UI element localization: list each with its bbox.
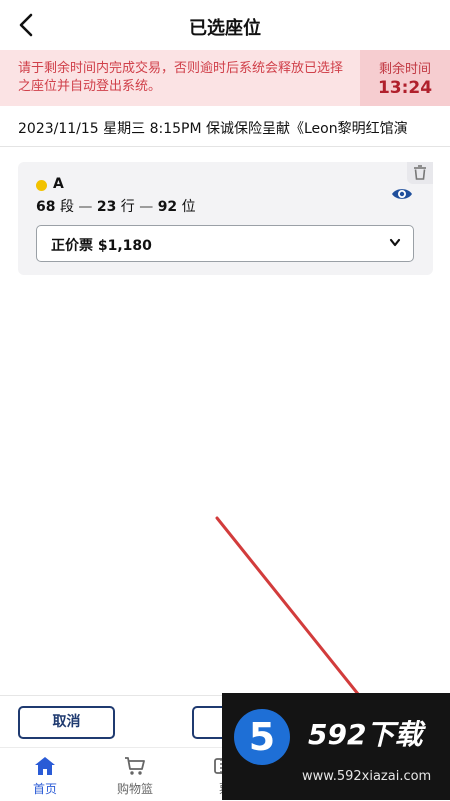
page-title: 已选座位 xyxy=(189,18,261,39)
time-notice-banner: 请于剩余时间内完成交易，否则逾时后系统会释放已选择之座位并自动登出系统。 剩余时… xyxy=(0,50,450,106)
separator: — xyxy=(78,199,93,215)
watermark-overlay: 5 592下载 www.592xiazai.com xyxy=(222,693,450,800)
chevron-down-icon xyxy=(389,238,401,247)
tab-cart-label: 购物篮 xyxy=(116,782,153,796)
trash-icon xyxy=(414,165,426,180)
separator: — xyxy=(139,199,154,215)
countdown-timer: 剩余时间 13:24 xyxy=(360,50,450,106)
tab-cart[interactable]: 购物篮 xyxy=(100,756,170,797)
delete-seat-button[interactable] xyxy=(407,162,433,184)
seat-card: A 68 段 — 23 行 — 92 位 正价票 $1,180 xyxy=(18,162,433,275)
timer-label: 剩余时间 xyxy=(378,62,431,77)
ticket-type-value: 正价票 $1,180 xyxy=(51,238,152,254)
cart-icon xyxy=(125,757,145,775)
row-number: 23 xyxy=(96,199,117,215)
section-color-dot xyxy=(36,180,47,191)
tab-home-label: 首页 xyxy=(32,782,57,796)
cancel-button[interactable]: 取消 xyxy=(18,706,115,739)
seat-number: 92 xyxy=(157,199,178,215)
divider xyxy=(0,146,450,147)
seat-unit: 位 xyxy=(181,199,196,215)
row-unit: 行 xyxy=(120,199,135,215)
ticket-type-select[interactable]: 正价票 $1,180 xyxy=(36,225,414,262)
eye-icon[interactable] xyxy=(391,186,413,202)
home-icon xyxy=(35,757,55,775)
seat-section: A xyxy=(53,176,64,192)
watermark-logo: 5 xyxy=(234,709,290,765)
watermark-brand: 592下载 xyxy=(308,718,423,751)
tab-home[interactable]: 首页 xyxy=(10,756,80,797)
seat-location: 68 段 — 23 行 — 92 位 xyxy=(36,196,196,216)
watermark-url: www.592xiazai.com xyxy=(302,769,432,784)
timer-value: 13:24 xyxy=(377,78,433,98)
notice-message: 请于剩余时间内完成交易，否则逾时后系统会释放已选择之座位并自动登出系统。 xyxy=(18,61,344,94)
zone-number: 68 xyxy=(36,199,56,215)
event-info: 2023/11/15 星期三 8:15PM 保诚保险呈献《Leon黎明红馆演 xyxy=(18,121,408,137)
header: 已选座位 xyxy=(0,0,450,50)
zone-unit: 段 xyxy=(59,199,74,215)
